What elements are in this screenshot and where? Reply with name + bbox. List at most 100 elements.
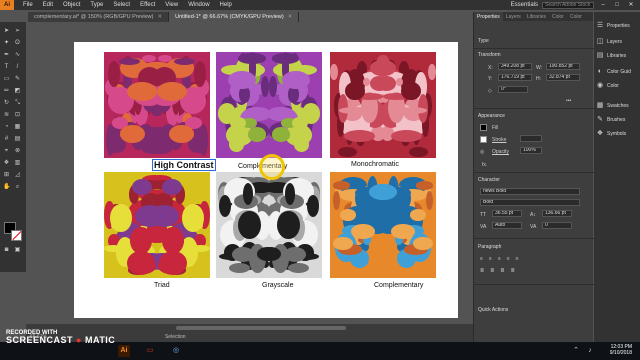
graph-tool-icon[interactable]: ▥ [14,160,21,167]
x-field[interactable]: 349.208 pt [498,63,532,70]
y-field[interactable]: 176.719 pt [498,74,532,81]
tab-properties[interactable]: Properties [474,12,503,21]
paragraph-align-icons[interactable]: ≡≡≡≡≡ [480,256,525,262]
fx-button[interactable]: fx. [482,162,487,168]
free-transform-icon[interactable]: ⊡ [14,112,21,119]
dock-color-guide[interactable]: ◐ Color Guid [596,66,640,78]
pattern-tile-complementary[interactable] [216,52,322,158]
caption-monochromatic[interactable]: Monochromatic [351,161,399,168]
dock-color[interactable]: ◉ Color [596,80,640,92]
direct-selection-tool-icon[interactable]: ➢ [14,28,21,35]
screen-mode-icon[interactable]: ▣ [14,247,21,254]
more-options-icon[interactable]: ••• [566,98,571,104]
menu-type[interactable]: Type [85,2,108,8]
illustrator-taskbar-icon[interactable]: Ai [118,345,130,357]
scrollbar-thumb[interactable] [176,326,346,330]
slice-tool-icon[interactable]: ◿ [14,172,21,179]
shape-builder-icon[interactable]: ◔ [3,124,10,131]
caption-triad[interactable]: Triad [154,282,170,289]
mesh-tool-icon[interactable]: # [3,136,10,143]
close-tab-icon[interactable]: ✕ [158,14,163,20]
blend-tool-icon[interactable]: ⊗ [14,148,21,155]
dock-properties[interactable]: ☰ Properties [596,20,640,32]
stock-search-input[interactable]: Search Adobe Stock [542,1,594,9]
volume-icon[interactable]: ♪ [584,345,596,357]
eraser-tool-icon[interactable]: ◩ [14,88,21,95]
eyedropper-icon[interactable]: ⌖ [3,148,10,155]
dock-layers[interactable]: ◫ Layers [596,36,640,48]
scale-tool-icon[interactable]: ⤡ [14,100,21,107]
tracking-field[interactable]: 0 [542,222,572,229]
dock-brushes[interactable]: ✎ Brushes [596,114,640,126]
font-family-select[interactable]: news Bold [480,188,580,195]
pattern-tile-monochromatic[interactable] [330,52,436,158]
artboard-tool-icon[interactable]: ⊞ [3,172,10,179]
tab-layers[interactable]: Layers [503,12,524,21]
line-tool-icon[interactable]: / [14,64,21,71]
caption-complementary-2[interactable]: Complementary [374,282,423,289]
magic-wand-icon[interactable]: ✦ [3,40,10,47]
pattern-tile-high-contrast[interactable] [104,52,210,158]
workspace-switcher[interactable]: Essentials [511,2,538,8]
fill-swatch-panel[interactable] [480,124,487,131]
selection-tool-icon[interactable]: ➤ [3,28,10,35]
symbol-sprayer-icon[interactable]: ❖ [3,160,10,167]
system-clock[interactable]: 12:03 PM 9/10/2018 [610,344,632,356]
paragraph-justify-icons[interactable]: ≣≣≣≣ [480,268,521,274]
menu-effect[interactable]: Effect [135,2,160,8]
zoom-tool-icon[interactable]: ⌕ [14,184,21,191]
leading-field[interactable]: 136.66 pt [542,210,572,217]
perspective-grid-icon[interactable]: ▦ [14,124,21,131]
pattern-tile-grayscale[interactable] [216,172,322,278]
close-icon[interactable]: ✕ [626,1,636,9]
font-style-select[interactable]: Bold [480,199,580,206]
pencil-tool-icon[interactable]: ✏ [3,88,10,95]
kerning-field[interactable]: Auto [492,222,522,229]
pattern-tile-complementary-2[interactable] [330,172,436,278]
menu-file[interactable]: File [18,2,38,8]
rectangle-tool-icon[interactable]: ▭ [3,76,10,83]
close-tab-icon[interactable]: ✕ [288,14,293,20]
font-size-field[interactable]: 36.55 pt [492,210,522,217]
caption-high-contrast[interactable]: High Contrast [152,159,216,171]
hand-tool-icon[interactable]: ✋ [3,184,10,191]
w-field[interactable]: 190.852 pt [546,63,580,70]
maximize-icon[interactable]: □ [612,1,622,9]
rotate-field[interactable]: 0° [498,86,528,93]
pen-tool-icon[interactable]: ✒ [3,52,10,59]
artboard[interactable]: High Contrast Complementary Monochromati… [74,42,458,318]
minimize-icon[interactable]: – [598,1,608,9]
network-icon[interactable]: ⌃ [570,345,582,357]
dock-symbols[interactable]: ❖ Symbols [596,128,640,140]
menu-select[interactable]: Select [108,2,135,8]
opacity-label[interactable]: Opacity [492,149,509,155]
lasso-tool-icon[interactable]: ʘ [14,40,21,47]
dock-swatches[interactable]: ▦ Swatches [596,100,640,112]
stroke-swatch[interactable] [11,230,22,241]
menu-window[interactable]: Window [183,2,214,8]
tab-color[interactable]: Color [549,12,567,21]
menu-edit[interactable]: Edit [38,2,58,8]
menu-help[interactable]: Help [215,2,237,8]
menu-view[interactable]: View [160,2,183,8]
stroke-weight-field[interactable] [520,135,542,142]
dock-libraries[interactable]: ▤ Libraries [596,50,640,62]
browser-taskbar-icon[interactable]: ◎ [170,345,182,357]
gradient-tool-icon[interactable]: ▤ [14,136,21,143]
rotate-tool-icon[interactable]: ↻ [3,100,10,107]
menu-object[interactable]: Object [58,2,85,8]
canvas-area[interactable]: High Contrast Complementary Monochromati… [26,22,473,332]
opacity-field[interactable]: 100% [520,147,542,154]
caption-grayscale[interactable]: Grayscale [262,282,294,289]
paintbrush-tool-icon[interactable]: ✎ [14,76,21,83]
tab-untitled-1[interactable]: Untitled-1* @ 66.67% (CMYK/GPU Preview) … [169,12,300,22]
width-tool-icon[interactable]: ≋ [3,112,10,119]
presentation-taskbar-icon[interactable]: ▭ [144,345,156,357]
h-field[interactable]: 32.874 pt [546,74,580,81]
curvature-tool-icon[interactable]: ∿ [14,52,21,59]
type-tool-icon[interactable]: T [3,64,10,71]
tab-complementary[interactable]: complementary.ai* @ 150% (RGB/GPU Previe… [28,12,170,22]
pattern-tile-triad[interactable] [104,172,210,278]
draw-mode-icon[interactable]: ◙ [3,247,10,254]
tab-libraries[interactable]: Libraries [524,12,549,21]
